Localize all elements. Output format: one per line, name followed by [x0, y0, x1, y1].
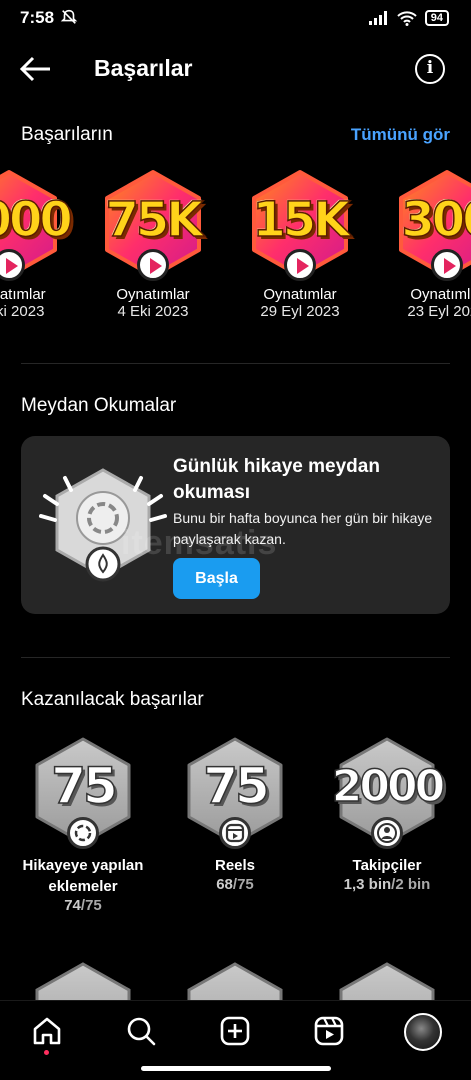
- earned-badge[interactable]: 3000 Oynatımlar 5 Eki 2023: [0, 168, 74, 320]
- profile-avatar[interactable]: [404, 1013, 442, 1051]
- badge-peek: [31, 960, 135, 1000]
- reels-icon[interactable]: [313, 1015, 345, 1047]
- badge-value: 2000: [331, 760, 446, 813]
- divider: [21, 363, 450, 364]
- earned-badge[interactable]: 300 Oynatımlar 23 Eyl 2023: [388, 168, 471, 320]
- badge-progress: 68/75: [160, 876, 310, 893]
- badge-label: Oynatımlar: [410, 286, 471, 303]
- locked-badge[interactable]: 75 Hikayeye yapılan eklemeler 74/75: [8, 735, 158, 914]
- badge-value: 3000: [0, 191, 74, 249]
- badge-date: 5 Eki 2023: [0, 303, 45, 320]
- earned-badge[interactable]: 15K Oynatımlar 29 Eyl 2023: [241, 168, 359, 320]
- earned-badges-row: 3000 Oynatımlar 5 Eki 2023 75K Oynatımla…: [0, 168, 471, 338]
- badge-hexagon: 300: [395, 168, 471, 281]
- divider: [21, 657, 450, 658]
- badge-hexagon: 2000: [331, 735, 446, 849]
- back-arrow-icon[interactable]: [18, 54, 54, 84]
- badge-name: Reels: [214, 857, 256, 874]
- create-icon[interactable]: [219, 1015, 251, 1047]
- badge-value: 75: [50, 756, 118, 816]
- story-challenge-illustration: [39, 468, 167, 582]
- badge-progress: 1,3 bin/2 bin: [312, 876, 462, 893]
- badge-hexagon: 15K: [248, 168, 352, 281]
- gesture-home-bar[interactable]: [141, 1066, 331, 1071]
- reels-icon: [219, 817, 251, 849]
- home-icon[interactable]: [31, 1015, 63, 1047]
- person-icon: [371, 817, 403, 849]
- earned-badge[interactable]: 75K Oynatımlar 4 Eki 2023: [94, 168, 212, 320]
- badge-label: Oynatımlar: [263, 286, 337, 303]
- to-earn-section-title: Kazanılacak başarılar: [21, 689, 204, 710]
- see-all-link[interactable]: Tümünü gör: [351, 125, 450, 145]
- progress-current: 68: [216, 876, 233, 893]
- home-notification-dot: [44, 1050, 49, 1055]
- badge-label: Oynatımlar: [0, 286, 46, 303]
- start-button[interactable]: Başla: [173, 558, 260, 599]
- challenge-description: Bunu bir hafta boyunca her gün bir hikay…: [173, 510, 433, 547]
- progress-current: 1,3 bin: [343, 876, 392, 893]
- wifi-icon: [397, 10, 417, 26]
- status-bar: 7:58 94: [0, 0, 471, 36]
- badge-hexagon: 75: [183, 735, 287, 849]
- badge-peek: [183, 960, 287, 1000]
- badge-hexagon: 3000: [0, 168, 74, 281]
- challenges-section-title: Meydan Okumalar: [21, 395, 177, 416]
- badge-name: Hikayeye yapılan eklemeler: [22, 857, 144, 895]
- page-title: Başarılar: [94, 55, 193, 81]
- battery-icon: 94: [424, 10, 449, 26]
- badge-value: 75K: [105, 191, 205, 249]
- earned-section-title: Başarıların: [21, 124, 113, 145]
- badge-progress: 74/75: [8, 897, 158, 914]
- search-icon[interactable]: [125, 1015, 157, 1047]
- badge-name: Takipçiler: [352, 857, 422, 874]
- status-time: 7:58: [20, 8, 55, 27]
- challenge-card[interactable]: Günlük hikaye meydan okuması Bunu bir ha…: [21, 436, 450, 614]
- play-icon: [284, 249, 316, 281]
- badge-date: 23 Eyl 2023: [407, 303, 471, 320]
- story-icon: [67, 817, 99, 849]
- progress-target: /75: [232, 876, 254, 893]
- locked-badge[interactable]: 75 Reels 68/75: [160, 735, 310, 893]
- play-icon: [431, 249, 463, 281]
- badge-label: Oynatımlar: [116, 286, 190, 303]
- mute-bell-icon: [60, 9, 78, 24]
- badge-date: 4 Eki 2023: [117, 303, 189, 320]
- header: Başarılar i: [0, 44, 471, 94]
- signal-icon: [368, 11, 387, 25]
- badge-value: 300: [401, 191, 471, 249]
- badge-value: 75: [202, 756, 270, 816]
- progress-target: /2 bin: [391, 876, 431, 893]
- badge-hexagon: 75K: [101, 168, 205, 281]
- badge-value: 15K: [252, 191, 352, 249]
- play-icon: [137, 249, 169, 281]
- badge-hexagon: 75: [31, 735, 135, 849]
- progress-target: /75: [80, 897, 102, 914]
- progress-current: 74: [64, 897, 81, 914]
- badge-peek: [335, 960, 439, 1000]
- info-icon[interactable]: i: [415, 54, 445, 84]
- locked-badge[interactable]: 2000 Takipçiler 1,3 bin/2 bin: [312, 735, 462, 893]
- badge-date: 29 Eyl 2023: [260, 303, 340, 320]
- challenge-title: Günlük hikaye meydan okuması: [173, 456, 380, 503]
